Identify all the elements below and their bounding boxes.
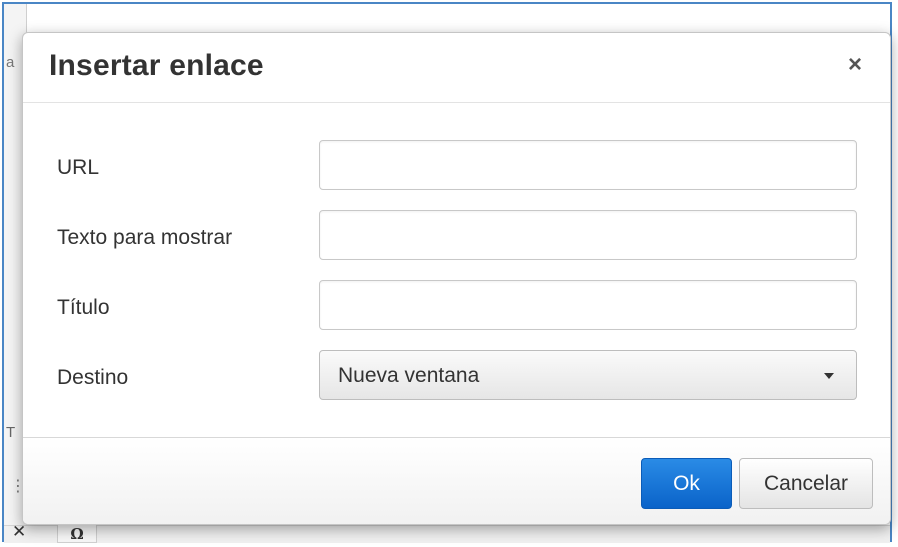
dialog-header: Insertar enlace × xyxy=(23,33,890,103)
dialog-body: URL Texto para mostrar Título Destino Nu… xyxy=(23,103,890,437)
dialog-footer: Ok Cancelar xyxy=(23,437,890,524)
caret-down-icon xyxy=(824,373,834,379)
background-text-fragment: T xyxy=(6,424,16,441)
ok-button[interactable]: Ok xyxy=(641,458,732,509)
target-label: Destino xyxy=(57,366,129,389)
url-label: URL xyxy=(57,156,100,179)
target-select-value: Nueva ventana xyxy=(338,364,480,387)
dialog-title: Insertar enlace xyxy=(49,49,264,82)
cancel-button[interactable]: Cancelar xyxy=(739,458,873,509)
special-character-button[interactable]: Ω xyxy=(57,523,97,543)
toolbar-close-icon[interactable]: ✕ xyxy=(12,522,26,542)
title-row: Título xyxy=(23,280,890,332)
title-input[interactable] xyxy=(319,280,857,330)
text-row: Texto para mostrar xyxy=(23,210,890,262)
url-row: URL xyxy=(23,140,890,192)
background-text-fragment: a xyxy=(6,54,15,71)
text-to-display-input[interactable] xyxy=(319,210,857,260)
target-select[interactable]: Nueva ventana xyxy=(319,350,857,400)
url-input[interactable] xyxy=(319,140,857,190)
editor-toolbar xyxy=(4,525,890,543)
title-label: Título xyxy=(57,296,110,319)
target-row: Destino Nueva ventana xyxy=(23,350,890,402)
close-icon[interactable]: × xyxy=(844,53,866,77)
insert-link-dialog: Insertar enlace × URL Texto para mostrar… xyxy=(22,32,891,525)
text-to-display-label: Texto para mostrar xyxy=(57,226,233,249)
